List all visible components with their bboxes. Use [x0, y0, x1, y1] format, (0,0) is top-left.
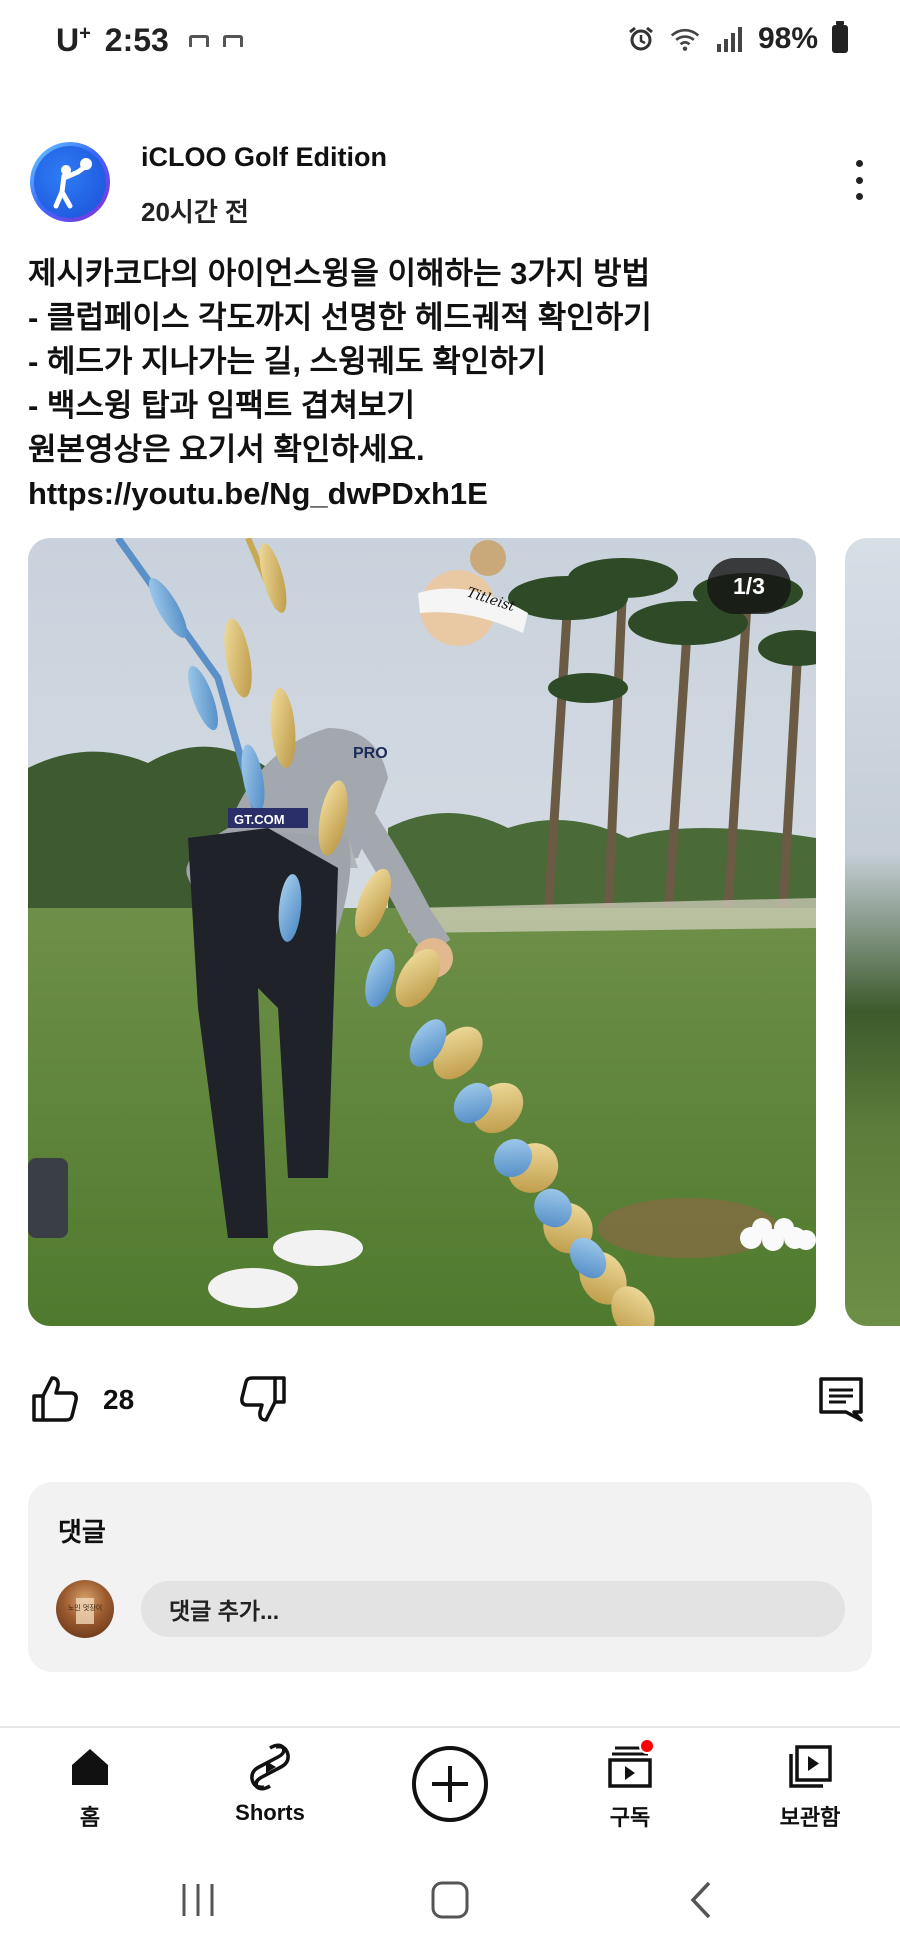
battery-icon — [832, 21, 848, 53]
image-carousel[interactable]: Titleist PRO GT.COM 1/3 — [28, 538, 900, 1326]
bottom-navigation: 홈 Shorts 구독 보관함 — [0, 1726, 900, 1846]
post-text-line: - 백스윙 탑과 임팩트 겹쳐보기 — [28, 388, 416, 423]
subscriptions-icon — [605, 1738, 655, 1792]
recent-apps-icon — [182, 1884, 214, 1916]
back-chevron-icon — [690, 1881, 711, 1919]
more-dot-icon — [855, 160, 863, 167]
post-text-line: - 클럽페이스 각도까지 선명한 헤드궤적 확인하기 — [28, 300, 652, 335]
user-avatar[interactable]: 노인 멋장이 — [56, 1580, 114, 1638]
post-text-line: 제시카코다의 아이언스윙을 이해하는 3가지 방법 — [28, 256, 651, 291]
nav-library[interactable]: 보관함 — [740, 1742, 880, 1832]
signal-icon — [714, 24, 744, 54]
next-image-preview[interactable] — [845, 538, 900, 1326]
home-icon — [65, 1742, 115, 1792]
like-count: 28 — [103, 1384, 135, 1415]
notification-icon — [183, 34, 243, 47]
more-dot-icon — [855, 193, 863, 200]
more-options-button[interactable] — [848, 160, 870, 200]
dislike-button[interactable] — [238, 1374, 288, 1424]
more-dot-icon — [855, 176, 863, 184]
channel-name[interactable]: iCLOO Golf Edition — [141, 142, 387, 173]
clock: 2:53 — [104, 22, 169, 58]
nav-home[interactable]: 홈 — [20, 1742, 160, 1832]
post-text-line: - 헤드가 지나가는 길, 스윙궤도 확인하기 — [28, 344, 547, 379]
nav-library-label: 보관함 — [779, 1805, 841, 1830]
wifi-icon — [670, 24, 700, 54]
comment-icon — [819, 1377, 863, 1422]
carrier-label: U+ — [56, 22, 91, 58]
user-avatar-image: 노인 멋장이 — [68, 1598, 102, 1624]
recent-apps-button[interactable] — [168, 1880, 228, 1920]
status-bar: U+ 2:53 98% — [0, 0, 900, 86]
post-image[interactable]: Titleist PRO GT.COM 1/3 — [28, 538, 816, 1326]
golf-swing-photo: Titleist PRO GT.COM — [28, 538, 816, 1326]
channel-avatar[interactable] — [30, 142, 110, 222]
home-square-icon — [431, 1881, 469, 1919]
battery-percent: 98% — [757, 22, 818, 55]
belt-logo-text: GT.COM — [234, 812, 285, 827]
status-bar-right: 98% — [626, 21, 848, 56]
create-button[interactable] — [412, 1746, 488, 1822]
library-icon — [785, 1742, 835, 1792]
system-navigation-bar — [0, 1850, 900, 1950]
post-body: 제시카코다의 아이언스윙을 이해하는 3가지 방법 - 클럽페이스 각도까지 선… — [28, 252, 868, 516]
add-comment-input[interactable]: 댓글 추가... — [141, 1581, 845, 1637]
shirt-logo-text: PRO — [353, 745, 388, 762]
thumbs-up-icon — [32, 1376, 78, 1422]
post-actions: 28 — [0, 1370, 900, 1430]
nav-subscriptions-label: 구독 — [609, 1805, 651, 1830]
comments-title: 댓글 — [58, 1517, 106, 1547]
back-button[interactable] — [672, 1880, 732, 1920]
home-system-button[interactable] — [420, 1880, 480, 1920]
nav-shorts[interactable]: Shorts — [200, 1742, 340, 1826]
post-link[interactable]: https://youtu.be/Ng_dwPDxh1E — [28, 472, 868, 516]
nav-shorts-label: Shorts — [235, 1800, 305, 1825]
shorts-icon — [245, 1742, 295, 1792]
like-button[interactable] — [30, 1374, 80, 1424]
image-counter-badge: 1/3 — [707, 558, 791, 614]
status-bar-left: U+ 2:53 — [56, 22, 243, 59]
avatar-text: 노인 멋장이 — [68, 1603, 102, 1612]
comments-button[interactable] — [816, 1374, 866, 1424]
thumbs-down-icon — [240, 1376, 286, 1422]
nav-subscriptions[interactable]: 구독 — [560, 1738, 700, 1832]
nav-home-label: 홈 — [79, 1805, 101, 1830]
comments-section[interactable]: 댓글 노인 멋장이 댓글 추가... — [28, 1482, 872, 1672]
golfer-logo-icon — [53, 158, 92, 209]
plus-icon — [432, 1766, 468, 1802]
post-time: 20시간 전 — [141, 197, 249, 227]
new-content-badge — [639, 1738, 655, 1754]
post-text-line: 원본영상은 요기서 확인하세요. — [28, 432, 425, 467]
alarm-icon — [626, 24, 656, 54]
